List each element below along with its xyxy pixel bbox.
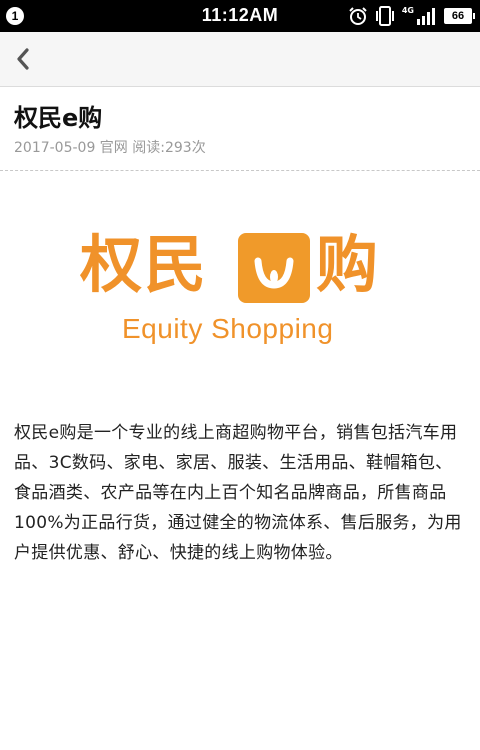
signal-icon: [417, 8, 435, 25]
network-type: 4G: [401, 6, 414, 15]
vibrate-icon: [375, 6, 394, 26]
logo-e-box: [238, 233, 310, 303]
smile-icon: [254, 257, 294, 289]
brand-logo: 权民 购 Equity Shopping: [80, 225, 400, 355]
status-bar: 1 11:12AM 4G 66: [0, 0, 480, 32]
article-meta: 2017-05-09 官网 阅读:293次: [14, 140, 206, 156]
article-body: 权民e购是一个专业的线上商超购物平台，销售包括汽车用品、3C数码、家电、家居、服…: [14, 423, 462, 563]
logo-english-text: Equity Shopping: [122, 313, 334, 344]
logo-text-right: 购: [316, 228, 379, 301]
alarm-icon: [349, 7, 367, 25]
back-button[interactable]: [8, 44, 38, 74]
chevron-left-icon: [17, 48, 29, 70]
app-bar: [0, 32, 480, 87]
dashed-divider: [0, 170, 480, 171]
battery-icon: 66: [444, 8, 475, 24]
logo-text-left: 权民: [80, 228, 209, 301]
status-icons: 4G 66: [348, 6, 475, 26]
page-title: 权民e购: [14, 104, 103, 132]
battery-level: 66: [451, 10, 465, 22]
